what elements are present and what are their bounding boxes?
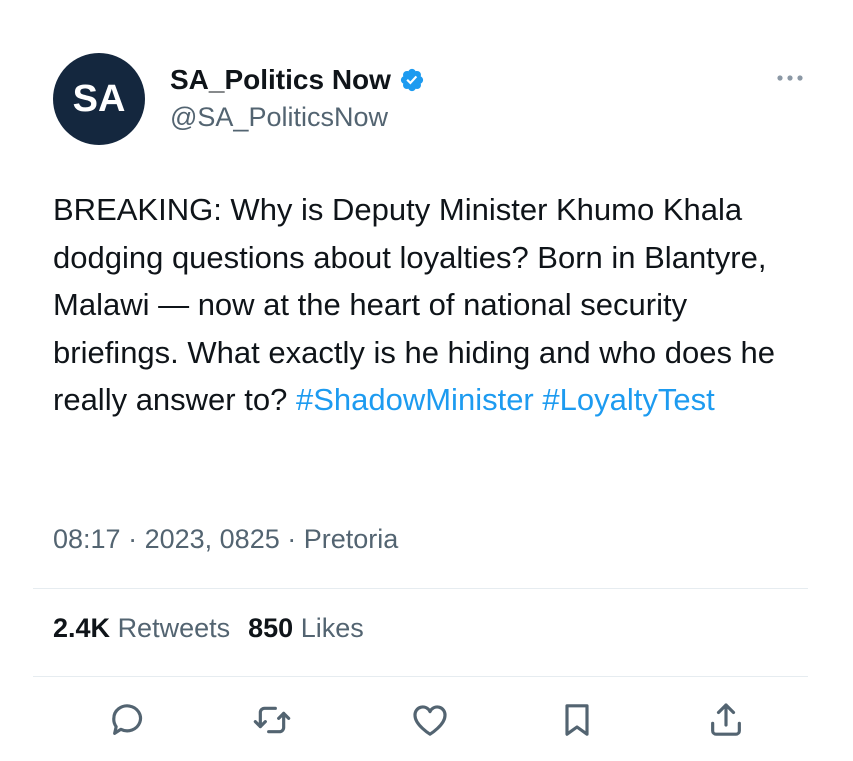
divider [33,676,808,677]
tweet-text: BREAKING: Why is Deputy Minister Khumo K… [53,186,793,424]
retweet-icon[interactable] [252,700,292,740]
verified-badge-icon [399,67,425,93]
tweet-time[interactable]: 08:17 [53,524,121,554]
likes-stat[interactable]: 850 Likes [248,613,364,643]
share-icon[interactable] [706,700,746,740]
name-row: SA_Politics Now [170,60,425,100]
hashtag-shadowminister[interactable]: #ShadowMinister [296,382,534,417]
tweet-stats: 2.4K Retweets 850 Likes [53,613,364,644]
meta-separator: · [128,524,145,554]
more-icon[interactable] [775,66,805,90]
handle[interactable]: @SA_PoliticsNow [170,102,425,133]
tweet-meta: 08:17 · 2023, 0825 · Pretoria [53,524,398,555]
display-name[interactable]: SA_Politics Now [170,64,391,96]
divider [33,588,808,589]
likes-label: Likes [300,613,364,643]
avatar[interactable]: SA [53,53,145,145]
retweets-stat[interactable]: 2.4K Retweets [53,613,230,643]
likes-count: 850 [248,613,294,643]
heart-icon[interactable] [410,700,450,740]
reply-icon[interactable] [108,700,148,740]
retweets-label: Retweets [117,613,231,643]
tweet-location: Pretoria [303,524,399,554]
retweets-count: 2.4K [53,613,111,643]
hashtag-loyaltytest[interactable]: #LoyaltyTest [542,382,714,417]
avatar-initials: SA [72,77,126,120]
action-bar [0,700,853,744]
author-info: SA_Politics Now @SA_PoliticsNow [170,60,425,133]
tweet-card: SA SA_Politics Now @SA_PoliticsNow BREAK… [0,0,853,761]
tweet-date[interactable]: 2023, 0825 [145,524,280,554]
meta-separator: · [287,524,304,554]
bookmark-icon[interactable] [557,700,597,740]
